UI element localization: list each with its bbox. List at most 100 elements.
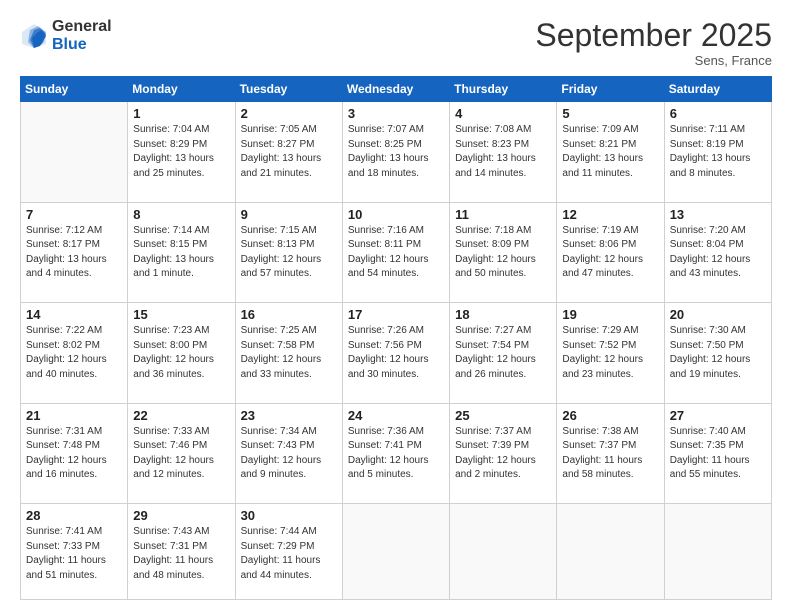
day-number: 29 (133, 508, 229, 523)
header-sunday: Sunday (21, 77, 128, 102)
logo: General Blue (20, 18, 112, 53)
logo-icon (20, 22, 48, 50)
day-number: 28 (26, 508, 122, 523)
day-info: Sunrise: 7:41 AMSunset: 7:33 PMDaylight:… (26, 525, 122, 583)
day-info: Sunrise: 7:31 AMSunset: 7:48 PMDaylight:… (26, 425, 122, 483)
table-row: 1 Sunrise: 7:04 AMSunset: 8:29 PMDaylight… (128, 102, 235, 202)
day-number: 30 (241, 508, 337, 523)
day-info: Sunrise: 7:14 AMSunset: 8:15 PMDaylight:… (133, 224, 229, 282)
day-info: Sunrise: 7:23 AMSunset: 8:00 PMDaylight:… (133, 324, 229, 382)
day-info: Sunrise: 7:20 AMSunset: 8:04 PMDaylight:… (670, 224, 766, 282)
table-row: 13Sunrise: 7:20 AMSunset: 8:04 PMDayligh… (664, 202, 771, 302)
day-info: Sunrise: 7:19 AMSunset: 8:06 PMDaylight:… (562, 224, 658, 282)
day-number: 17 (348, 307, 444, 322)
day-number: 6 (670, 106, 766, 121)
table-row: 19 Sunrise: 7:29 AMSunset: 7:52 PMDayligh… (557, 303, 664, 403)
day-number: 16 (241, 307, 337, 322)
header-thursday: Thursday (450, 77, 557, 102)
table-row: 9 Sunrise: 7:15 AMSunset: 8:13 PMDaylight… (235, 202, 342, 302)
table-row: 5 Sunrise: 7:09 AMSunset: 8:21 PMDaylight… (557, 102, 664, 202)
location: Sens, France (535, 53, 772, 68)
day-number: 19 (562, 307, 658, 322)
table-row: 29 Sunrise: 7:43 AMSunset: 7:31 PMDayligh… (128, 504, 235, 600)
table-row: 20 Sunrise: 7:30 AMSunset: 7:50 PMDayligh… (664, 303, 771, 403)
day-number: 5 (562, 106, 658, 121)
day-number: 18 (455, 307, 551, 322)
table-row: 16 Sunrise: 7:25 AMSunset: 7:58 PMDayligh… (235, 303, 342, 403)
day-info: Sunrise: 7:08 AMSunset: 8:23 PMDaylight:… (455, 123, 551, 181)
day-number: 21 (26, 408, 122, 423)
day-info: Sunrise: 7:16 AMSunset: 8:11 PMDaylight:… (348, 224, 444, 282)
table-row: 2 Sunrise: 7:05 AMSunset: 8:27 PMDaylight… (235, 102, 342, 202)
table-row: 10 Sunrise: 7:16 AMSunset: 8:11 PMDayligh… (342, 202, 449, 302)
day-info: Sunrise: 7:09 AMSunset: 8:21 PMDaylight:… (562, 123, 658, 181)
table-row: 4 Sunrise: 7:08 AMSunset: 8:23 PMDaylight… (450, 102, 557, 202)
day-info: Sunrise: 7:12 AMSunset: 8:17 PMDaylight:… (26, 224, 122, 282)
calendar-week-row: 14Sunrise: 7:22 AMSunset: 8:02 PMDayligh… (21, 303, 772, 403)
calendar-week-row: 28 Sunrise: 7:41 AMSunset: 7:33 PMDayligh… (21, 504, 772, 600)
day-number: 2 (241, 106, 337, 121)
table-row (664, 504, 771, 600)
day-info: Sunrise: 7:05 AMSunset: 8:27 PMDaylight:… (241, 123, 337, 181)
logo-blue: Blue (52, 36, 112, 54)
day-info: Sunrise: 7:22 AMSunset: 8:02 PMDaylight:… (26, 324, 122, 382)
table-row: 12 Sunrise: 7:19 AMSunset: 8:06 PMDayligh… (557, 202, 664, 302)
page-header: General Blue September 2025 Sens, France (20, 18, 772, 68)
day-number: 12 (562, 207, 658, 222)
calendar-table: Sunday Monday Tuesday Wednesday Thursday… (20, 76, 772, 600)
table-row: 21 Sunrise: 7:31 AMSunset: 7:48 PMDayligh… (21, 403, 128, 503)
day-info: Sunrise: 7:26 AMSunset: 7:56 PMDaylight:… (348, 324, 444, 382)
table-row: 11Sunrise: 7:18 AMSunset: 8:09 PMDayligh… (450, 202, 557, 302)
day-number: 10 (348, 207, 444, 222)
header-wednesday: Wednesday (342, 77, 449, 102)
day-number: 4 (455, 106, 551, 121)
day-info: Sunrise: 7:30 AMSunset: 7:50 PMDaylight:… (670, 324, 766, 382)
day-number: 1 (133, 106, 229, 121)
calendar-week-row: 21 Sunrise: 7:31 AMSunset: 7:48 PMDayligh… (21, 403, 772, 503)
header-tuesday: Tuesday (235, 77, 342, 102)
month-title: September 2025 (535, 18, 772, 53)
day-info: Sunrise: 7:18 AMSunset: 8:09 PMDaylight:… (455, 224, 551, 282)
day-info: Sunrise: 7:44 AMSunset: 7:29 PMDaylight:… (241, 525, 337, 583)
logo-text: General Blue (52, 18, 112, 53)
day-info: Sunrise: 7:15 AMSunset: 8:13 PMDaylight:… (241, 224, 337, 282)
day-number: 26 (562, 408, 658, 423)
table-row: 23Sunrise: 7:34 AMSunset: 7:43 PMDayligh… (235, 403, 342, 503)
table-row: 26 Sunrise: 7:38 AMSunset: 7:37 PMDayligh… (557, 403, 664, 503)
table-row: 28 Sunrise: 7:41 AMSunset: 7:33 PMDayligh… (21, 504, 128, 600)
day-info: Sunrise: 7:40 AMSunset: 7:35 PMDaylight:… (670, 425, 766, 483)
day-info: Sunrise: 7:38 AMSunset: 7:37 PMDaylight:… (562, 425, 658, 483)
header-monday: Monday (128, 77, 235, 102)
table-row (21, 102, 128, 202)
day-info: Sunrise: 7:43 AMSunset: 7:31 PMDaylight:… (133, 525, 229, 583)
table-row: 8 Sunrise: 7:14 AMSunset: 8:15 PMDaylight… (128, 202, 235, 302)
table-row: 3Sunrise: 7:07 AMSunset: 8:25 PMDaylight… (342, 102, 449, 202)
table-row: 7 Sunrise: 7:12 AMSunset: 8:17 PMDaylight… (21, 202, 128, 302)
table-row: 14Sunrise: 7:22 AMSunset: 8:02 PMDayligh… (21, 303, 128, 403)
calendar-header-row: Sunday Monday Tuesday Wednesday Thursday… (21, 77, 772, 102)
day-number: 9 (241, 207, 337, 222)
day-info: Sunrise: 7:25 AMSunset: 7:58 PMDaylight:… (241, 324, 337, 382)
day-info: Sunrise: 7:04 AMSunset: 8:29 PMDaylight:… (133, 123, 229, 181)
table-row: 17 Sunrise: 7:26 AMSunset: 7:56 PMDayligh… (342, 303, 449, 403)
header-friday: Friday (557, 77, 664, 102)
header-saturday: Saturday (664, 77, 771, 102)
table-row: 27 Sunrise: 7:40 AMSunset: 7:35 PMDayligh… (664, 403, 771, 503)
day-number: 23 (241, 408, 337, 423)
day-number: 15 (133, 307, 229, 322)
table-row: 15 Sunrise: 7:23 AMSunset: 8:00 PMDayligh… (128, 303, 235, 403)
day-number: 7 (26, 207, 122, 222)
table-row (342, 504, 449, 600)
day-number: 22 (133, 408, 229, 423)
day-number: 27 (670, 408, 766, 423)
day-info: Sunrise: 7:07 AMSunset: 8:25 PMDaylight:… (348, 123, 444, 181)
day-info: Sunrise: 7:11 AMSunset: 8:19 PMDaylight:… (670, 123, 766, 181)
day-number: 25 (455, 408, 551, 423)
day-info: Sunrise: 7:29 AMSunset: 7:52 PMDaylight:… (562, 324, 658, 382)
table-row (557, 504, 664, 600)
title-block: September 2025 Sens, France (535, 18, 772, 68)
day-number: 8 (133, 207, 229, 222)
table-row: 6 Sunrise: 7:11 AMSunset: 8:19 PMDaylight… (664, 102, 771, 202)
day-info: Sunrise: 7:27 AMSunset: 7:54 PMDaylight:… (455, 324, 551, 382)
day-number: 20 (670, 307, 766, 322)
